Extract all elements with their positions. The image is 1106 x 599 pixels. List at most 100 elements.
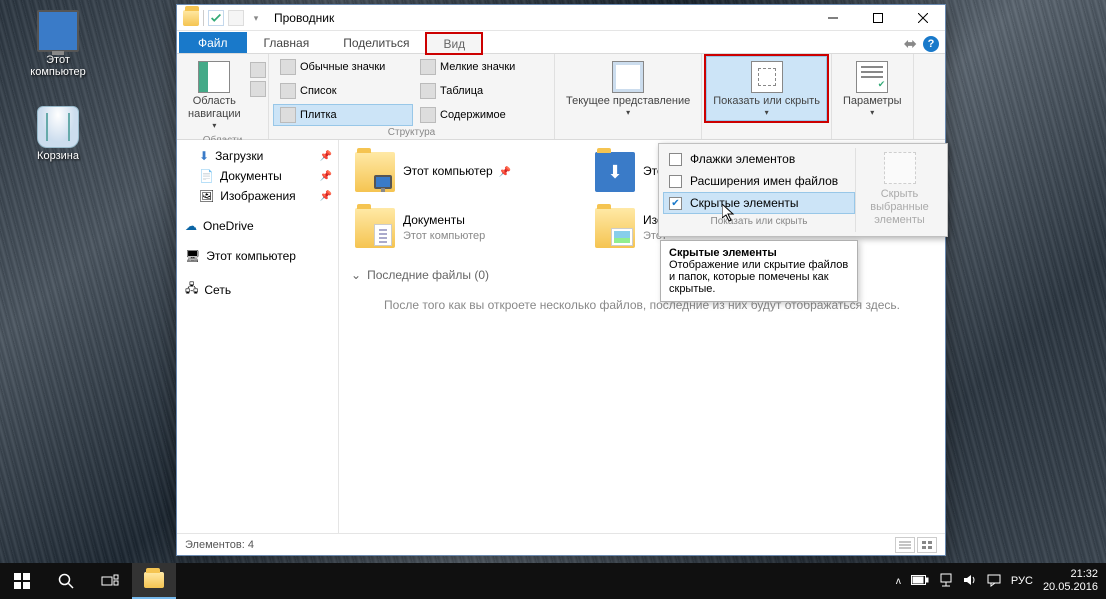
options-icon: ✔ (856, 61, 888, 93)
tile-this-pc-folder[interactable]: Этот компьютер📌 (351, 148, 551, 196)
qat-properties-icon[interactable] (208, 10, 224, 26)
view-details-button[interactable] (895, 537, 915, 553)
tab-file[interactable]: Файл (179, 32, 247, 53)
checkbox-checked-icon: ✔ (669, 197, 682, 210)
tray-chevron-icon[interactable]: ʌ (896, 576, 901, 587)
mouse-cursor-icon (722, 204, 736, 222)
qat-separator (203, 10, 204, 26)
ribbon-tabs: Файл Главная Поделиться Вид ⬌ ? (177, 31, 945, 54)
titlebar: ▾ Проводник (177, 5, 945, 31)
pin-icon: 📌 (320, 191, 332, 202)
checkbox-empty-icon (669, 153, 682, 166)
task-view-button[interactable] (88, 563, 132, 599)
small-icons-icon (420, 59, 436, 75)
desktop-icon-recycle-bin[interactable]: Корзина (20, 106, 96, 162)
app-icon (183, 10, 199, 26)
current-view-label: Текущее представление (566, 95, 690, 108)
folder-icon (595, 152, 635, 192)
navigation-pane-button[interactable]: Область навигации ▾ (181, 56, 248, 134)
current-view-icon (612, 61, 644, 93)
options-button[interactable]: ✔ Параметры ▾ (836, 56, 909, 121)
show-hide-button[interactable]: Показать или скрыть ▾ (706, 56, 827, 121)
show-hide-label: Показать или скрыть (713, 95, 820, 108)
show-hide-dropdown: Флажки элементов Расширения имен файлов … (658, 143, 948, 237)
tray-battery-icon[interactable] (911, 575, 929, 588)
tab-share[interactable]: Поделиться (326, 32, 426, 53)
tooltip-body: Отображение или скрытие файлов и папок, … (669, 259, 848, 295)
dropdown-footer: Показать или скрыть (663, 214, 855, 229)
group-layout-label: Структура (273, 126, 550, 139)
tiles-icon (280, 107, 296, 123)
help-icon[interactable]: ? (923, 36, 939, 52)
pin-icon: 📌 (320, 151, 332, 162)
close-button[interactable] (900, 5, 945, 31)
onedrive-icon: ☁ (185, 219, 197, 233)
minimize-button[interactable] (810, 5, 855, 31)
qat-new-folder-icon[interactable] (228, 10, 244, 26)
layout-table[interactable]: Таблица (413, 80, 553, 102)
tile-documents-folder[interactable]: ДокументыЭтот компьютер (351, 204, 551, 252)
view-icons-button[interactable] (917, 537, 937, 553)
dropdown-file-extensions[interactable]: Расширения имен файлов (663, 170, 855, 192)
preview-pane-icon[interactable] (250, 62, 266, 78)
folder-icon (595, 208, 635, 248)
hide-selected-label[interactable]: Скрыть выбранные элементы (860, 188, 939, 228)
list-icon (280, 83, 296, 99)
sidebar-item-pictures[interactable]: 🖼Изображения📌 (177, 186, 338, 206)
folder-icon (355, 152, 395, 192)
qat-dropdown-icon[interactable]: ▾ (248, 10, 264, 26)
current-view-button[interactable]: Текущее представление ▾ (559, 56, 697, 121)
pin-icon: 📌 (499, 167, 511, 178)
tab-home[interactable]: Главная (247, 32, 327, 53)
start-button[interactable] (0, 563, 44, 599)
sidebar-item-this-pc[interactable]: 🖥Этот компьютер (177, 246, 338, 266)
layout-medium-icons[interactable]: Обычные значки (273, 56, 413, 78)
folder-icon (355, 208, 395, 248)
tray-action-center-icon[interactable] (987, 573, 1001, 590)
maximize-button[interactable] (855, 5, 900, 31)
search-button[interactable] (44, 563, 88, 599)
status-bar: Элементов: 4 (177, 533, 945, 555)
tray-clock[interactable]: 21:32 20.05.2016 (1043, 568, 1098, 594)
tray-volume-icon[interactable] (963, 573, 977, 590)
documents-icon: 📄 (199, 169, 214, 183)
sidebar-item-network[interactable]: 🖧Сеть (177, 276, 338, 303)
tab-view[interactable]: Вид (426, 33, 482, 54)
dropdown-item-checkboxes[interactable]: Флажки элементов (663, 148, 855, 170)
details-pane-icon[interactable] (250, 81, 266, 97)
layout-small-icons[interactable]: Мелкие значки (413, 56, 553, 78)
layout-content[interactable]: Содержимое (413, 104, 553, 126)
desktop-icon-label: Корзина (20, 150, 96, 162)
content-icon (420, 107, 436, 123)
this-pc-icon (37, 10, 79, 52)
window-title: Проводник (274, 11, 334, 25)
ribbon-minimize-icon[interactable]: ⬌ (904, 34, 917, 54)
taskbar: ʌ РУС 21:32 20.05.2016 (0, 563, 1106, 599)
tooltip-title: Скрытые элементы (669, 247, 777, 259)
layout-tiles[interactable]: Плитка (273, 104, 413, 126)
navigation-pane-label: Область навигации (188, 95, 241, 121)
desktop-icon-this-pc[interactable]: Этот компьютер (20, 10, 96, 78)
taskbar-explorer-button[interactable] (132, 563, 176, 599)
show-hide-icon (751, 61, 783, 93)
sidebar-item-onedrive[interactable]: ☁OneDrive (177, 216, 338, 236)
pin-icon: 📌 (320, 171, 332, 182)
hide-selected-icon (884, 152, 916, 184)
tooltip: Скрытые элементы Отображение или скрытие… (660, 240, 858, 302)
tray-language[interactable]: РУС (1011, 575, 1033, 587)
downloads-icon: ⬇ (199, 149, 209, 163)
navigation-sidebar: ⬇Загрузки📌 📄Документы📌 🖼Изображения📌 ☁On… (177, 140, 339, 533)
tray-network-icon[interactable] (939, 573, 953, 590)
table-icon (420, 83, 436, 99)
sidebar-item-downloads[interactable]: ⬇Загрузки📌 (177, 146, 338, 166)
recycle-bin-icon (37, 106, 79, 148)
dropdown-hidden-items[interactable]: ✔ Скрытые элементы (663, 192, 855, 214)
layout-list[interactable]: Список (273, 80, 413, 102)
sidebar-item-documents[interactable]: 📄Документы📌 (177, 166, 338, 186)
pictures-icon: 🖼 (199, 189, 214, 203)
chevron-down-icon: ⌄ (351, 268, 361, 282)
options-label: Параметры (843, 95, 902, 108)
folder-icon (144, 572, 164, 588)
ribbon: Область навигации ▾ Области Обычные знач… (177, 54, 945, 140)
network-icon: 🖧 (185, 279, 198, 300)
